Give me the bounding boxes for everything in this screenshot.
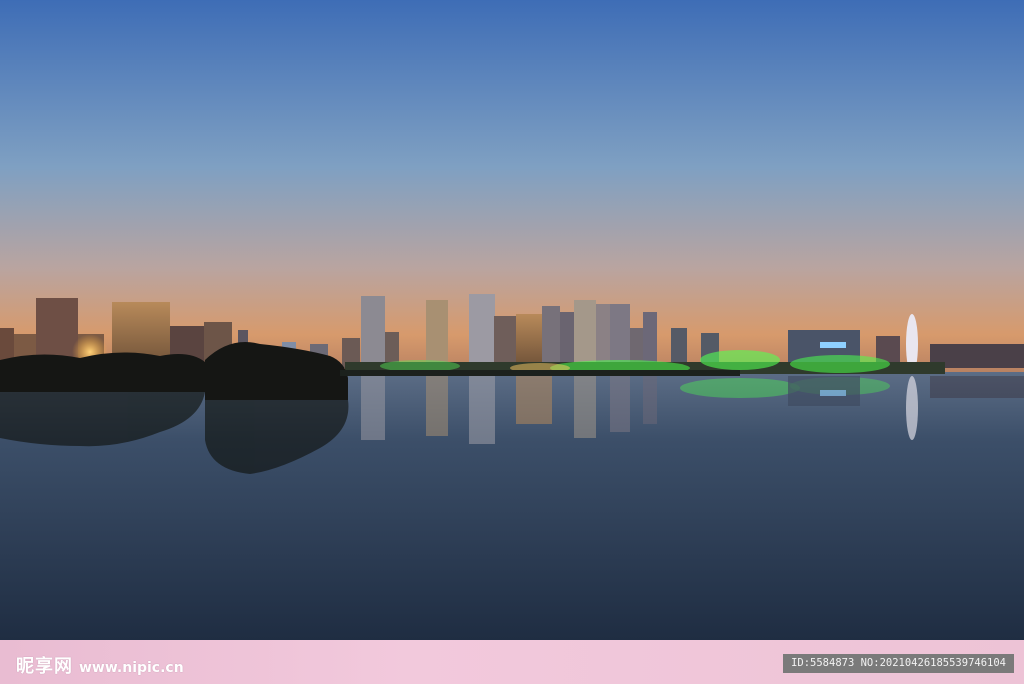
brand-name: 昵享网 [16, 656, 73, 677]
brand-watermark: 昵享网 www.nipic.cn [16, 652, 184, 678]
watermark-bar: 昵享网 www.nipic.cn ID:5584873 NO:202104261… [0, 640, 1024, 684]
skyline-scene [0, 0, 1024, 640]
brand-url: www.nipic.cn [79, 660, 184, 676]
image-id-label: ID:5584873 NO:20210426185539746104 [783, 654, 1014, 673]
city-night-skyline-photo [0, 0, 1024, 640]
